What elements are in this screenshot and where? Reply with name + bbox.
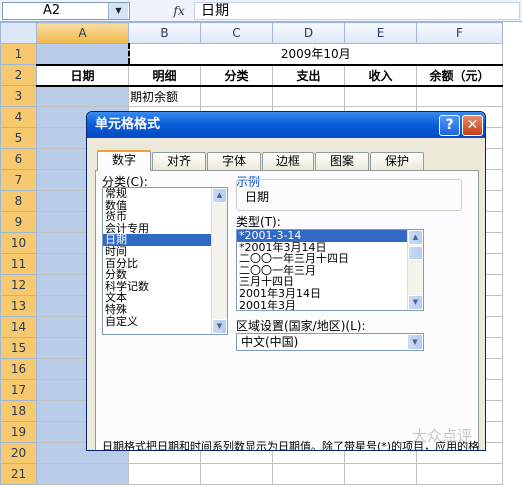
formula-bar: A2 ▼ fx 日期 (0, 0, 522, 22)
locale-select[interactable]: 中文(中国) ▼ (236, 333, 424, 351)
column-header-d[interactable]: D (272, 22, 345, 44)
tab-number[interactable]: 数字 (97, 150, 151, 171)
category-item-special[interactable]: 特殊 (103, 304, 227, 316)
type-item[interactable]: 2001年3月14日 (237, 288, 423, 300)
select-all-corner[interactable] (0, 22, 37, 44)
category-listbox[interactable]: 常规 数值 货币 会计专用 日期 时间 百分比 分数 科学记数 文本 特殊 自定… (102, 187, 228, 335)
row-header[interactable]: 1 (0, 43, 37, 65)
close-icon[interactable]: ✕ (462, 115, 483, 136)
row-header[interactable]: 17 (0, 379, 37, 401)
column-header-b[interactable]: B (128, 22, 201, 44)
header-cell-expense[interactable]: 支出 (272, 63, 345, 86)
type-label: 类型(T): (236, 215, 281, 229)
cell[interactable] (128, 463, 201, 485)
row-header[interactable]: 13 (0, 295, 37, 317)
insert-function-icon[interactable]: fx (168, 2, 190, 20)
cell[interactable] (36, 84, 129, 107)
tab-alignment[interactable]: 对齐 (152, 152, 206, 170)
type-scrollbar[interactable]: ▲ ▼ (407, 230, 423, 310)
row-header[interactable]: 16 (0, 358, 37, 380)
locale-value: 中文(中国) (241, 335, 299, 349)
category-scrollbar[interactable]: ▲ ▼ (211, 188, 227, 334)
row-header[interactable]: 15 (0, 337, 37, 359)
tab-border[interactable]: 边框 (262, 152, 314, 170)
category-item-custom[interactable]: 自定义 (103, 315, 227, 328)
title-cell[interactable]: 2009年10月 (127, 43, 503, 65)
row-header[interactable]: 11 (0, 253, 37, 275)
scroll-thumb[interactable] (408, 246, 423, 260)
format-cells-dialog: 单元格格式 ? ✕ 数字 对齐 字体 边框 图案 保护 分类(C): 常规 数值… (86, 111, 486, 451)
tab-protection[interactable]: 保护 (370, 152, 424, 170)
column-header-a[interactable]: A (36, 22, 129, 44)
row-header[interactable]: 10 (0, 232, 37, 254)
column-header-c[interactable]: C (200, 22, 273, 44)
column-header-f[interactable]: F (416, 22, 503, 44)
header-cell-income[interactable]: 收入 (344, 63, 417, 86)
row-header[interactable]: 18 (0, 400, 37, 422)
cell[interactable] (416, 463, 503, 485)
category-item-general[interactable]: 常规 (103, 188, 227, 200)
row-header[interactable]: 2 (0, 64, 37, 86)
scroll-down-icon[interactable]: ▼ (212, 319, 227, 334)
tab-font[interactable]: 字体 (207, 152, 261, 170)
sample-box: 日期 (236, 179, 462, 211)
row-header[interactable]: 7 (0, 169, 37, 191)
category-item-fraction[interactable]: 分数 (103, 269, 227, 281)
tab-strip: 数字 对齐 字体 边框 图案 保护 (97, 150, 477, 171)
type-listbox[interactable]: *2001-3-14 *2001年3月14日 二〇〇一年三月十四日 二〇〇一年三… (236, 229, 424, 311)
cell[interactable] (272, 84, 345, 107)
cell[interactable] (344, 84, 417, 107)
row-header[interactable]: 4 (0, 106, 37, 128)
category-item-time[interactable]: 时间 (103, 246, 227, 258)
sample-value: 日期 (245, 190, 270, 204)
cell-a1[interactable] (36, 43, 129, 65)
row-header[interactable]: 21 (0, 463, 37, 485)
name-box-dropdown-icon[interactable]: ▼ (108, 3, 128, 19)
header-cell-balance[interactable]: 余额（元） (416, 63, 503, 86)
opening-balance-cell[interactable]: 期初余额 (128, 84, 201, 107)
scroll-up-icon[interactable]: ▲ (408, 230, 423, 245)
row-header[interactable]: 6 (0, 148, 37, 170)
cell[interactable] (36, 463, 129, 485)
row-header[interactable]: 8 (0, 190, 37, 212)
cell[interactable] (200, 84, 273, 107)
type-item[interactable]: 2001年3月 (237, 299, 423, 310)
type-item[interactable]: *2001-3-14 (237, 230, 423, 242)
header-cell-detail[interactable]: 明细 (128, 63, 201, 86)
help-icon[interactable]: ? (439, 115, 460, 136)
row-header[interactable]: 12 (0, 274, 37, 296)
header-cell-date[interactable]: 日期 (36, 63, 129, 86)
tab-patterns[interactable]: 图案 (315, 152, 369, 170)
row-header[interactable]: 3 (0, 85, 37, 107)
scroll-down-icon[interactable]: ▼ (408, 295, 423, 310)
formula-input[interactable]: 日期 (194, 2, 520, 20)
cell[interactable] (272, 463, 345, 485)
row-header[interactable]: 14 (0, 316, 37, 338)
row-header[interactable]: 20 (0, 442, 37, 464)
number-tab-panel: 分类(C): 常规 数值 货币 会计专用 日期 时间 百分比 分数 科学记数 文… (95, 170, 479, 450)
dialog-title[interactable]: 单元格格式 (87, 112, 485, 138)
locale-label: 区域设置(国家/地区)(L): (236, 319, 366, 333)
row-header[interactable]: 19 (0, 421, 37, 443)
cell[interactable] (344, 463, 417, 485)
scroll-up-icon[interactable]: ▲ (212, 188, 227, 203)
cell[interactable] (200, 463, 273, 485)
header-cell-category[interactable]: 分类 (200, 63, 273, 86)
chevron-down-icon[interactable]: ▼ (407, 334, 423, 350)
cell[interactable] (416, 84, 503, 107)
column-header-e[interactable]: E (344, 22, 417, 44)
row-header[interactable]: 5 (0, 127, 37, 149)
row-header[interactable]: 9 (0, 211, 37, 233)
